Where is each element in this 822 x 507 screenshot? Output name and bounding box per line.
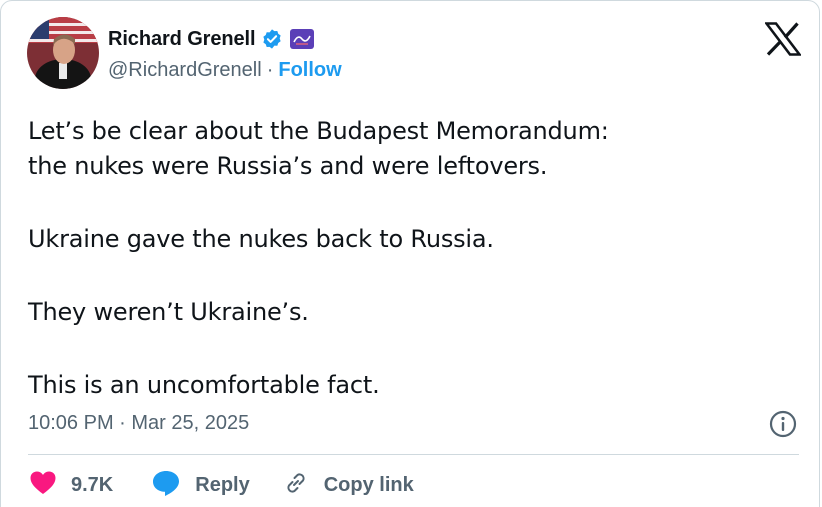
verified-badge-icon (261, 28, 283, 50)
tweet-embed-card: Richard Grenell @RichardGrenell · Follow… (0, 0, 820, 507)
reply-button[interactable]: Reply (151, 469, 250, 502)
link-icon (282, 469, 310, 502)
tweet-line: Let’s be clear about the Budapest Memora… (28, 117, 609, 145)
tweet-line: This is an uncomfortable fact. (28, 371, 380, 399)
tweet-line: the nukes were Russia’s and were leftove… (28, 152, 548, 180)
copy-link-label: Copy link (323, 473, 414, 496)
author-handle-row: @RichardGrenell · Follow (108, 59, 342, 82)
heart-icon (29, 470, 57, 501)
author-name-row: Richard Grenell (108, 25, 315, 53)
author-handle[interactable]: @RichardGrenell (108, 59, 262, 82)
separator-dot: · (266, 59, 274, 81)
tweet-timestamp[interactable]: 10:06 PM · Mar 25, 2025 (28, 412, 249, 435)
like-button[interactable]: 9.7K (29, 470, 113, 501)
reply-label: Reply (195, 473, 250, 496)
actions-divider (28, 454, 799, 455)
timestamp-text: 10:06 PM · Mar 25, 2025 (28, 412, 250, 434)
info-icon[interactable] (768, 409, 798, 439)
reply-bubble-icon (151, 469, 181, 502)
copy-link-button[interactable]: Copy link (282, 469, 414, 502)
tweet-line: Ukraine gave the nukes back to Russia. (28, 225, 494, 253)
avatar-image (27, 17, 99, 89)
x-logo-icon[interactable] (763, 22, 803, 56)
tweet-line: They weren’t Ukraine’s. (28, 298, 309, 326)
tweet-text: Let’s be clear about the Budapest Memora… (28, 114, 788, 403)
author-avatar[interactable] (27, 17, 99, 89)
affiliate-badge-icon[interactable] (290, 29, 315, 49)
like-count: 9.7K (71, 473, 114, 496)
follow-button[interactable]: Follow (278, 59, 341, 82)
author-display-name[interactable]: Richard Grenell (108, 28, 256, 51)
tweet-actions-bar: 9.7K Reply Copy link (29, 470, 446, 500)
